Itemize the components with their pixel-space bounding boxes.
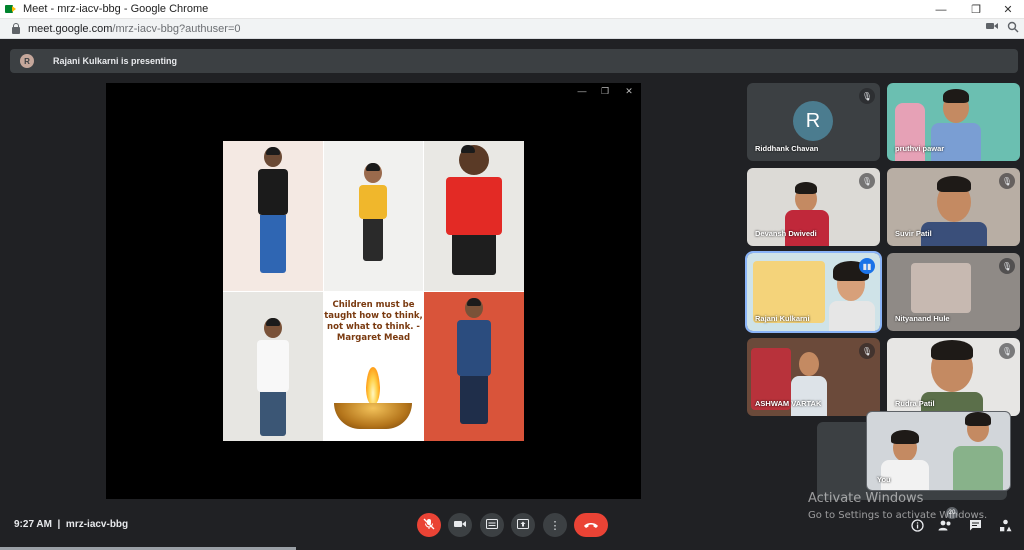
participant-name: ASHWAM VARTAK bbox=[755, 399, 822, 408]
zoom-icon[interactable] bbox=[1006, 21, 1020, 35]
chat-icon[interactable] bbox=[968, 519, 982, 533]
captions-button[interactable] bbox=[480, 513, 504, 537]
captions-icon bbox=[486, 518, 498, 532]
address-bar[interactable]: meet.google.com/mrz-iacv-bbg?authuser=0 bbox=[0, 19, 1024, 39]
presenting-banner: R Rajani Kulkarni is presenting bbox=[10, 49, 1018, 73]
collage-photo bbox=[323, 141, 424, 291]
participant-tile[interactable]: 🎙︎ Devansh Dwivedi bbox=[747, 168, 880, 246]
url-text[interactable]: meet.google.com/mrz-iacv-bbg?authuser=0 bbox=[28, 23, 240, 35]
participant-tile[interactable]: pruthvi pawar bbox=[887, 83, 1020, 161]
photo-collage: Children must be taught how to think, no… bbox=[223, 141, 524, 441]
more-options-button[interactable]: ⋮ bbox=[543, 513, 567, 537]
meeting-code: mrz-iacv-bbg bbox=[65, 519, 129, 530]
mic-off-icon bbox=[423, 518, 435, 533]
mic-off-icon: 🎙︎ bbox=[999, 173, 1015, 189]
mic-off-icon: 🎙︎ bbox=[999, 343, 1015, 359]
url-path: /mrz-iacv-bbg?authuser=0 bbox=[112, 22, 241, 35]
participant-name: Rajani Kulkarni bbox=[755, 314, 810, 323]
self-view-name: You bbox=[877, 475, 891, 484]
google-meet-favicon-icon bbox=[5, 3, 17, 15]
more-icon: ⋮ bbox=[549, 519, 561, 532]
activities-icon[interactable] bbox=[998, 519, 1012, 533]
presenting-text: Rajani Kulkarni is presenting bbox=[53, 56, 178, 66]
participant-name: Devansh Dwivedi bbox=[755, 229, 817, 238]
collage-photo bbox=[223, 141, 323, 291]
collage-photo bbox=[424, 291, 524, 441]
participant-avatar: R bbox=[793, 101, 833, 141]
participant-name: Nityanand Hule bbox=[895, 314, 950, 323]
child-figure bbox=[446, 145, 503, 275]
lock-icon[interactable] bbox=[12, 22, 20, 34]
participant-name: Rudra Patil bbox=[895, 399, 935, 408]
activate-windows-subtitle: Go to Settings to activate Windows. bbox=[808, 510, 988, 521]
presenter-avatar: R bbox=[20, 54, 34, 68]
camera-toggle-button[interactable] bbox=[448, 513, 472, 537]
collage-photo bbox=[223, 291, 323, 441]
separator: | bbox=[57, 519, 61, 530]
child-figure bbox=[257, 147, 288, 273]
speaking-indicator-icon: ▮▮ bbox=[859, 258, 875, 274]
minimize-button[interactable]: — bbox=[925, 0, 957, 19]
participant-tile[interactable]: 🎙︎ Suvir Patil bbox=[887, 168, 1020, 246]
participant-tile[interactable]: 🎙︎ ASHWAM VARTAK bbox=[747, 338, 880, 416]
browser-title-bar: Meet - mrz-iacv-bbg - Google Chrome bbox=[0, 0, 1024, 19]
participant-tile[interactable]: ▮▮ Rajani Kulkarni bbox=[745, 251, 882, 333]
child-figure bbox=[256, 317, 289, 436]
child-figure bbox=[457, 297, 492, 424]
participant-name: pruthvi pawar bbox=[895, 144, 945, 153]
participant-tile[interactable]: R 🎙︎ Riddhank Chavan bbox=[747, 83, 880, 161]
presentation-close-button[interactable]: ✕ bbox=[623, 86, 635, 97]
leave-call-button[interactable] bbox=[574, 513, 608, 537]
child-figure bbox=[359, 163, 388, 261]
meeting-info: 9:27 AM | mrz-iacv-bbg bbox=[14, 519, 128, 530]
camera-blocked-icon[interactable] bbox=[985, 21, 999, 35]
presentation-window: — ❐ ✕ Children must be taught how to thi… bbox=[106, 83, 641, 499]
close-window-button[interactable]: ✕ bbox=[992, 0, 1024, 19]
mic-off-icon: 🎙︎ bbox=[859, 343, 875, 359]
presentation-minimize-button[interactable]: — bbox=[576, 86, 588, 96]
mic-off-icon: 🎙︎ bbox=[859, 88, 875, 104]
diya-flame-icon bbox=[366, 367, 381, 405]
present-icon bbox=[517, 518, 529, 532]
window-title: Meet - mrz-iacv-bbg - Google Chrome bbox=[23, 3, 209, 15]
mic-off-icon: 🎙︎ bbox=[859, 173, 875, 189]
participant-tile[interactable]: 🎙︎ Rudra Patil bbox=[887, 338, 1020, 416]
participant-name: Riddhank Chavan bbox=[755, 144, 819, 153]
collage-photo bbox=[424, 141, 524, 291]
mic-off-icon: 🎙︎ bbox=[999, 258, 1015, 274]
presentation-restore-button[interactable]: ❐ bbox=[599, 86, 611, 97]
mic-toggle-button[interactable] bbox=[417, 513, 441, 537]
url-host: meet.google.com bbox=[28, 22, 113, 35]
participant-tile[interactable]: 🎙︎ Nityanand Hule bbox=[887, 253, 1020, 331]
present-now-button[interactable] bbox=[511, 513, 535, 537]
hangup-icon bbox=[583, 518, 599, 532]
activate-windows-title: Activate Windows bbox=[808, 491, 924, 506]
quote-text: Children must be taught how to think, no… bbox=[324, 299, 423, 343]
participant-name: Suvir Patil bbox=[895, 229, 932, 238]
clock-time: 9:27 AM bbox=[14, 519, 52, 530]
diya-lamp-icon bbox=[334, 403, 413, 429]
restore-button[interactable]: ❐ bbox=[960, 0, 992, 19]
quote-card: Children must be taught how to think, no… bbox=[323, 291, 424, 441]
info-icon[interactable] bbox=[910, 519, 924, 533]
camera-icon bbox=[454, 519, 466, 532]
self-view-tile[interactable]: You bbox=[866, 411, 1011, 491]
people-icon[interactable] bbox=[938, 519, 952, 533]
